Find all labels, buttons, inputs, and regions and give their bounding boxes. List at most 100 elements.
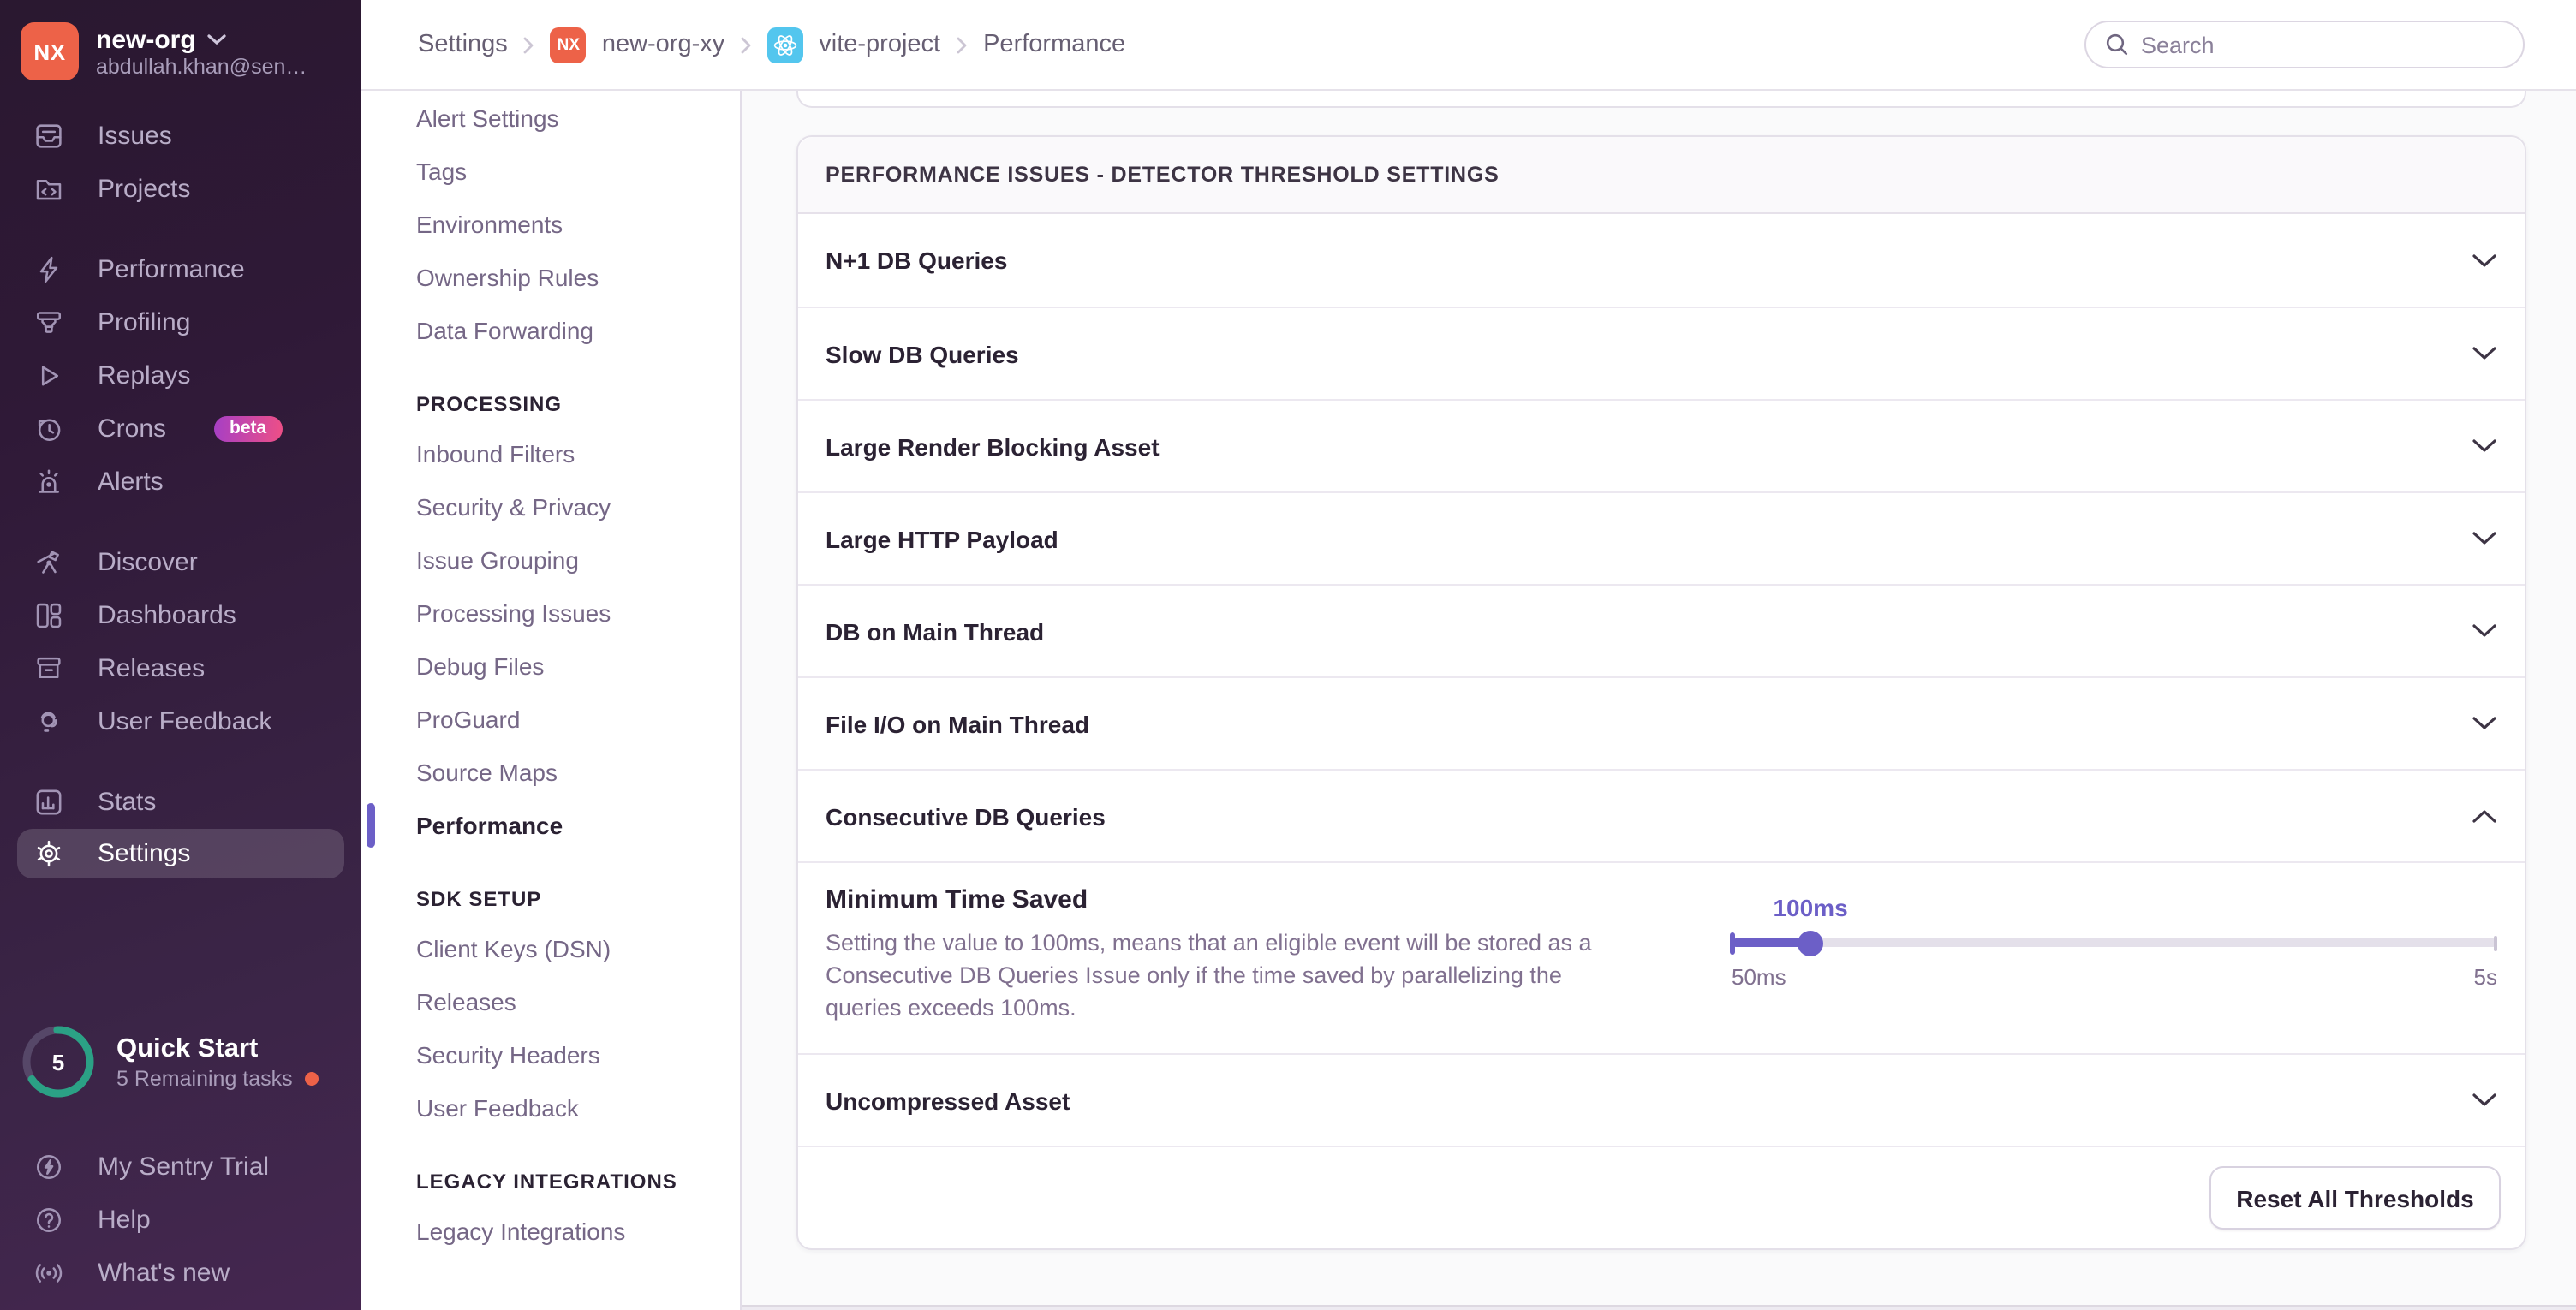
- sidebar-item-projects[interactable]: Projects: [0, 163, 361, 216]
- search-placeholder: Search: [2141, 32, 2215, 57]
- breadcrumb-settings[interactable]: Settings: [418, 31, 508, 58]
- row-label: Large Render Blocking Asset: [826, 432, 1160, 460]
- slider-max-label: 5s: [2473, 964, 2497, 990]
- sidebar-item-label: Settings: [98, 839, 191, 868]
- accordion-row-large-http-payload[interactable]: Large HTTP Payload: [798, 491, 2525, 584]
- org-name: new-org: [96, 25, 196, 54]
- quick-start-widget[interactable]: 5 Quick Start 5 Remaining tasks: [0, 1024, 361, 1099]
- settings-nav-proguard[interactable]: ProGuard: [416, 692, 723, 745]
- detector-threshold-panel: PERFORMANCE ISSUES - DETECTOR THRESHOLD …: [796, 135, 2526, 1250]
- settings-nav-user-feedback[interactable]: User Feedback: [416, 1081, 723, 1134]
- field-description: Setting the value to 100ms, means that a…: [826, 930, 1592, 1021]
- accordion-row-consecutive-db-queries[interactable]: Consecutive DB Queries: [798, 769, 2525, 861]
- quick-start-title: Quick Start: [116, 1034, 259, 1064]
- sidebar-item-label: Stats: [98, 788, 157, 817]
- settings-nav-tags[interactable]: Tags: [416, 144, 723, 197]
- sidebar-footer: My Sentry Trial Help What's new: [0, 1140, 361, 1300]
- sidebar-item-user-feedback[interactable]: User Feedback: [0, 695, 361, 748]
- sidebar-item-crons[interactable]: Crons beta: [0, 402, 361, 456]
- sidebar-item-stats[interactable]: Stats: [0, 776, 361, 829]
- sidebar-item-label: My Sentry Trial: [98, 1152, 270, 1182]
- chevron-up-icon: [2472, 808, 2497, 824]
- sidebar-item-whats-new[interactable]: What's new: [0, 1247, 361, 1300]
- settings-nav-alert-settings[interactable]: Alert Settings: [416, 91, 723, 144]
- accordion-row-large-render-blocking-asset[interactable]: Large Render Blocking Asset: [798, 399, 2525, 491]
- row-label: Slow DB Queries: [826, 340, 1019, 367]
- settings-nav-security-headers[interactable]: Security Headers: [416, 1027, 723, 1081]
- sidebar-item-help[interactable]: Help: [0, 1194, 361, 1247]
- search-input[interactable]: Search: [2084, 21, 2525, 68]
- chevron-right-icon: [740, 35, 752, 54]
- react-project-icon: [767, 27, 804, 63]
- sidebar-item-releases[interactable]: Releases: [0, 642, 361, 695]
- row-label: Large HTTP Payload: [826, 525, 1058, 552]
- slider-thumb[interactable]: [1798, 930, 1824, 956]
- settings-nav-security-privacy[interactable]: Security & Privacy: [416, 479, 723, 533]
- accordion-row-db-on-main-thread[interactable]: DB on Main Thread: [798, 584, 2525, 676]
- org-switcher[interactable]: NX new-org abdullah.khan@sen…: [0, 0, 361, 94]
- accordion-row-file-io-on-main-thread[interactable]: File I/O on Main Thread: [798, 676, 2525, 769]
- field-label: Minimum Time Saved: [826, 885, 1088, 914]
- bar-chart-icon: [34, 788, 63, 817]
- settings-nav-inbound-filters[interactable]: Inbound Filters: [416, 426, 723, 479]
- org-badge: NX: [550, 27, 587, 63]
- settings-nav-client-keys[interactable]: Client Keys (DSN): [416, 921, 723, 974]
- sidebar-nav: Issues Projects Performance Profiling Re…: [0, 110, 361, 878]
- accordion-row-slow-db-queries[interactable]: Slow DB Queries: [798, 307, 2525, 399]
- chevron-right-icon: [523, 35, 535, 54]
- minimum-time-saved-setting: Minimum Time Saved Setting the value to …: [798, 861, 2525, 1053]
- issues-icon: [34, 122, 63, 151]
- sidebar-item-label: What's new: [98, 1259, 230, 1288]
- chevron-down-icon: [2472, 531, 2497, 546]
- settings-nav-issue-grouping[interactable]: Issue Grouping: [416, 533, 723, 586]
- accordion-row-n-plus-one-db-queries[interactable]: N+1 DB Queries: [798, 214, 2525, 307]
- settings-nav-data-forwarding[interactable]: Data Forwarding: [416, 303, 723, 356]
- sidebar-item-dashboards[interactable]: Dashboards: [0, 589, 361, 642]
- sidebar-item-settings[interactable]: Settings: [17, 829, 344, 878]
- slider-track[interactable]: [1730, 930, 2497, 956]
- breadcrumb-org[interactable]: new-org-xy: [602, 31, 724, 58]
- settings-nav-performance[interactable]: Performance: [416, 798, 723, 851]
- panel-footer: Reset All Thresholds: [798, 1146, 2525, 1248]
- sidebar-item-label: Performance: [98, 255, 245, 284]
- settings-nav-legacy-integrations[interactable]: Legacy Integrations: [416, 1204, 723, 1257]
- settings-nav-releases[interactable]: Releases: [416, 974, 723, 1027]
- user-email: abdullah.khan@sen…: [96, 54, 307, 78]
- main-sidebar: NX new-org abdullah.khan@sen… Issues Pro…: [0, 0, 361, 1310]
- chevron-down-icon: [2472, 716, 2497, 731]
- settings-nav-ownership-rules[interactable]: Ownership Rules: [416, 250, 723, 303]
- gear-icon: [34, 839, 63, 868]
- sidebar-item-label: Profiling: [98, 308, 191, 337]
- sidebar-item-label: Replays: [98, 361, 191, 390]
- sidebar-item-issues[interactable]: Issues: [0, 110, 361, 163]
- sidebar-item-alerts[interactable]: Alerts: [0, 456, 361, 509]
- sidebar-item-profiling[interactable]: Profiling: [0, 296, 361, 349]
- breadcrumb-project[interactable]: vite-project: [819, 31, 940, 58]
- sidebar-item-discover[interactable]: Discover: [0, 536, 361, 589]
- settings-nav-source-maps[interactable]: Source Maps: [416, 745, 723, 798]
- accordion-row-uncompressed-asset[interactable]: Uncompressed Asset: [798, 1053, 2525, 1146]
- reset-all-thresholds-button[interactable]: Reset All Thresholds: [2209, 1166, 2501, 1230]
- settings-nav-processing-issues[interactable]: Processing Issues: [416, 586, 723, 639]
- sidebar-item-label: Issues: [98, 122, 172, 151]
- slider-start-tick: [1730, 932, 1735, 954]
- settings-nav-environments[interactable]: Environments: [416, 197, 723, 250]
- chevron-down-icon: [2472, 438, 2497, 454]
- app-window: NX new-org abdullah.khan@sen… Issues Pro…: [0, 0, 2576, 1310]
- search-icon: [2105, 33, 2129, 57]
- sidebar-item-my-sentry-trial[interactable]: My Sentry Trial: [0, 1140, 361, 1194]
- row-label: Uncompressed Asset: [826, 1087, 1070, 1114]
- settings-nav-debug-files[interactable]: Debug Files: [416, 639, 723, 692]
- main-content: PERFORMANCE ISSUES - DETECTOR THRESHOLD …: [742, 91, 2576, 1310]
- sidebar-item-performance[interactable]: Performance: [0, 243, 361, 296]
- settings-nav: Alert Settings Tags Environments Ownersh…: [361, 91, 742, 1310]
- next-panel-edge: [742, 1305, 2576, 1310]
- slider-min-label: 50ms: [1732, 964, 1786, 990]
- settings-nav-header-sdk-setup: SDK SETUP: [416, 887, 542, 911]
- play-icon: [34, 361, 63, 390]
- broadcast-icon: [34, 1259, 63, 1288]
- sidebar-item-label: Projects: [98, 175, 191, 204]
- sidebar-item-replays[interactable]: Replays: [0, 349, 361, 402]
- panel-title: PERFORMANCE ISSUES - DETECTOR THRESHOLD …: [798, 137, 2525, 214]
- sidebar-item-label: Help: [98, 1206, 151, 1235]
